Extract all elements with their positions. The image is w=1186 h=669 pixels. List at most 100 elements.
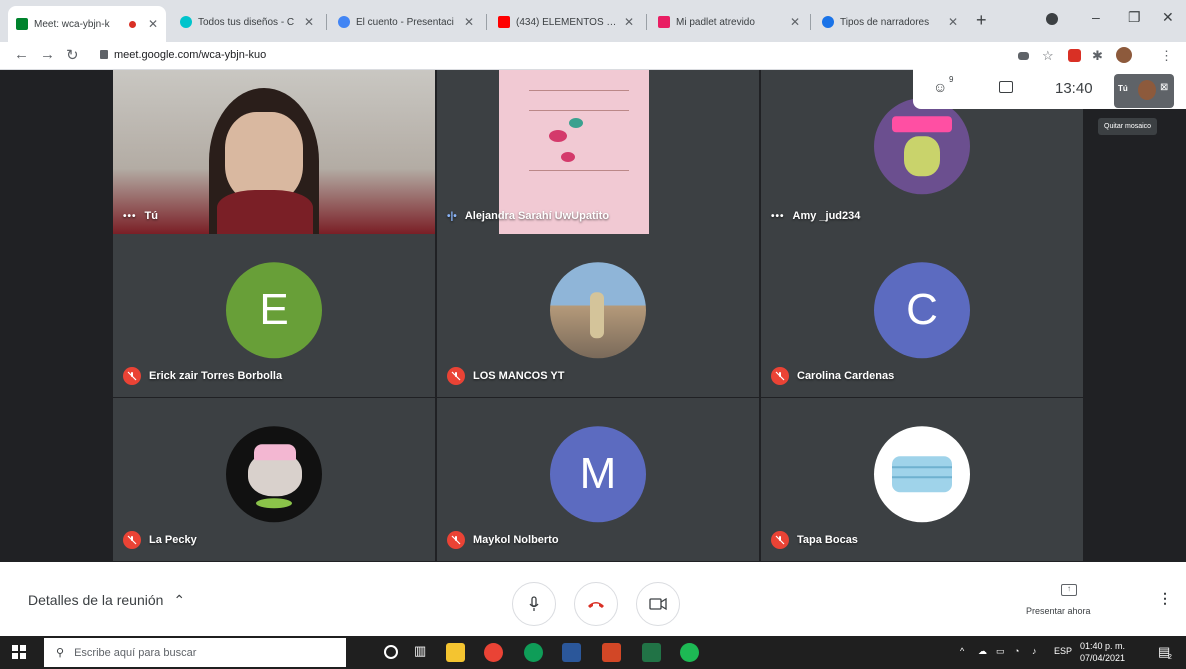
self-view-thumbnail[interactable]: Tú ⊠ (1114, 74, 1174, 108)
language-indicator[interactable]: ESP (1054, 646, 1072, 656)
close-tab-icon[interactable]: ✕ (304, 15, 314, 29)
tab-narradores[interactable]: Tipos de narradores ✕ (814, 8, 966, 36)
spotify-icon[interactable] (680, 643, 699, 662)
unpin-icon[interactable]: ⊠ (1160, 82, 1168, 93)
mic-off-icon (447, 531, 465, 549)
self-video-face (225, 112, 303, 202)
windows-start-icon[interactable] (12, 645, 26, 659)
participant-tile[interactable]: E Erick zair Torres Borbolla (113, 234, 435, 397)
cortana-icon[interactable] (384, 645, 398, 659)
tab-separator (810, 14, 811, 30)
audio-level-icon: •|• (447, 210, 457, 222)
participant-tile[interactable]: Tapa Bocas (761, 398, 1083, 561)
star-icon[interactable]: ☆ (1042, 48, 1054, 64)
reload-icon[interactable]: ↻ (66, 46, 79, 64)
close-tab-icon[interactable]: ✕ (790, 15, 800, 29)
tab-title: Tipos de narradores (840, 16, 930, 28)
close-window-button[interactable]: ✕ (1162, 9, 1174, 26)
excel-icon[interactable] (642, 643, 661, 662)
participant-avatar: E (226, 261, 322, 358)
participant-tile[interactable]: ••• Tú (113, 70, 435, 234)
participant-avatar (874, 425, 970, 522)
camera-indicator-icon[interactable] (1018, 52, 1029, 60)
forward-arrow-icon[interactable]: → (40, 46, 55, 63)
new-tab-button[interactable]: + (976, 10, 987, 31)
chevron-up-icon: ⌃ (173, 592, 186, 608)
more-options-icon: ••• (771, 210, 785, 222)
taskbar-search-box[interactable]: ⚲ Escribe aquí para buscar (44, 638, 346, 667)
url-field[interactable]: meet.google.com/wca-ybjn-kuo (114, 49, 266, 61)
participant-tile[interactable]: M Maykol Nolberto (437, 398, 759, 561)
mic-off-icon (123, 531, 141, 549)
participant-avatar (874, 98, 970, 195)
people-icon[interactable]: ☺ (933, 79, 947, 95)
close-tab-icon[interactable]: ✕ (148, 17, 158, 31)
minimize-button[interactable]: – (1092, 9, 1100, 25)
tab-padlet[interactable]: Mi padlet atrevido ✕ (650, 8, 808, 36)
tab-title: (434) ELEMENTOS DEL (516, 16, 618, 28)
present-now-button[interactable]: Presentar ahora (1026, 606, 1091, 616)
taskbar-clock[interactable]: 01:40 p. m. 07/04/2021 (1080, 640, 1125, 664)
chat-icon[interactable] (999, 81, 1013, 93)
self-label: Tú (1118, 84, 1128, 93)
back-arrow-icon[interactable]: ← (14, 46, 29, 63)
participant-name: Maykol Nolberto (447, 531, 559, 549)
tab-title: El cuento - Presentaci (356, 16, 454, 28)
puzzle-extensions-icon[interactable]: ✱ (1092, 48, 1103, 64)
participant-avatar: M (550, 425, 646, 522)
self-video-shirt (217, 190, 313, 234)
tab-title: Mi padlet atrevido (676, 16, 755, 28)
participant-name: La Pecky (123, 531, 197, 549)
participant-tile[interactable]: •|• Alejandra Sarahí UwUpatito (437, 70, 759, 234)
file-explorer-icon[interactable] (446, 643, 465, 662)
tab-slides[interactable]: El cuento - Presentaci ✕ (330, 8, 482, 36)
close-tab-icon[interactable]: ✕ (948, 15, 958, 29)
more-options-button[interactable]: ⋮ (1158, 590, 1172, 607)
chrome-icon[interactable] (484, 643, 503, 662)
tab-youtube[interactable]: (434) ELEMENTOS DEL ✕ (490, 8, 642, 36)
word-icon[interactable] (562, 643, 581, 662)
participant-name: LOS MANCOS YT (447, 367, 564, 385)
camera-button[interactable] (636, 582, 680, 626)
meet-favicon-icon (16, 18, 28, 30)
participant-tile[interactable]: LOS MANCOS YT (437, 234, 759, 397)
meeting-details-button[interactable]: Detalles de la reunión ⌃ (28, 592, 185, 609)
edge-icon[interactable] (524, 643, 543, 662)
participant-name: Erick zair Torres Borbolla (123, 367, 282, 385)
browser-tab-bar: Meet: wca-ybjn-k ✕ Todos tus diseños - C… (0, 0, 1186, 42)
participant-avatar (226, 425, 322, 522)
tab-canva[interactable]: Todos tus diseños - C ✕ (172, 8, 322, 36)
browser-menu-icon[interactable]: ⋮ (1160, 48, 1173, 64)
close-tab-icon[interactable]: ✕ (464, 15, 474, 29)
self-thumb-face (1138, 80, 1156, 100)
present-screen-icon[interactable]: ↑ (1061, 584, 1077, 596)
meet-grid: ••• Tú •|• Alejandra Sarahí UwUpatito ••• A… (0, 70, 1186, 562)
search-placeholder: Escribe aquí para buscar (74, 646, 197, 659)
task-view-icon[interactable]: ▥ (414, 643, 433, 662)
participant-avatar: C (874, 261, 970, 358)
tab-title: Todos tus diseños - C (198, 16, 295, 28)
close-tab-icon[interactable]: ✕ (624, 15, 634, 29)
hang-up-button[interactable] (574, 582, 618, 626)
profile-dot-icon[interactable] (1046, 13, 1058, 25)
battery-icon[interactable]: ▭ (996, 646, 1005, 657)
participant-tile[interactable]: C Carolina Cardenas (761, 234, 1083, 397)
volume-icon[interactable]: ♪ (1032, 646, 1037, 656)
microphone-button[interactable] (512, 582, 556, 626)
wifi-icon[interactable]: ◔ (1014, 646, 1019, 656)
mic-off-icon (771, 531, 789, 549)
meeting-details-label: Detalles de la reunión (28, 592, 164, 608)
powerpoint-icon[interactable] (602, 643, 621, 662)
participant-tile[interactable]: La Pecky (113, 398, 435, 561)
participant-name: Tapa Bocas (771, 531, 858, 549)
participant-name: •|• Alejandra Sarahí UwUpatito (447, 210, 610, 222)
lock-icon (100, 50, 108, 59)
onedrive-icon[interactable]: ☁ (978, 646, 987, 657)
tray-chevron-icon[interactable]: ^ (960, 646, 964, 656)
search-icon: ⚲ (56, 647, 65, 659)
participant-name: ••• Tú (123, 210, 158, 222)
tab-meet[interactable]: Meet: wca-ybjn-k ✕ (8, 6, 166, 42)
pdf-extension-icon[interactable] (1068, 49, 1081, 62)
profile-avatar[interactable] (1116, 47, 1132, 63)
maximize-button[interactable]: ❐ (1128, 9, 1141, 26)
